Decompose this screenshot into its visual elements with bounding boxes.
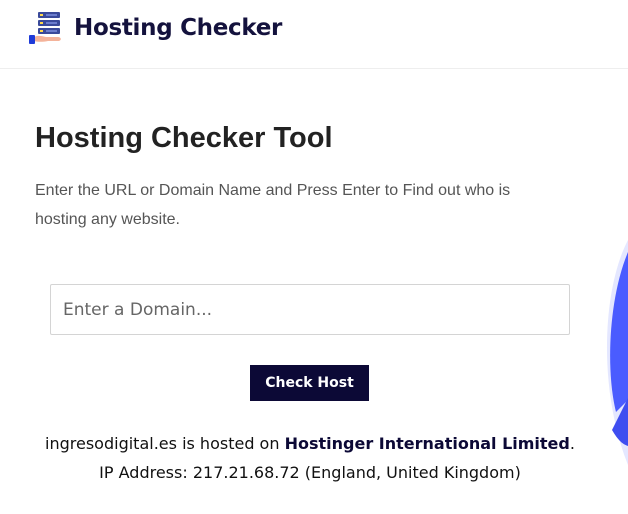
result-ip-line: IP Address: 217.21.68.72 (England, Unite… [0,463,620,482]
server-rack-hand-icon [29,12,61,44]
domain-input[interactable] [50,284,570,335]
page-title: Hosting Checker Tool [35,122,333,154]
result-ip-location: (England, United Kingdom) [304,463,521,482]
result-domain: ingresodigital.es [45,434,177,453]
site-logo-link[interactable]: Hosting Checker [28,10,282,46]
site-title: Hosting Checker [74,15,283,41]
result-hosting-line: ingresodigital.es is hosted on Hostinger… [0,434,620,453]
result-ip-address: 217.21.68.72 [192,463,300,482]
page-description: Enter the URL or Domain Name and Press E… [35,182,511,228]
result-host-name: Hostinger International Limited [284,434,570,453]
result-ip-label: IP Address: [99,463,188,482]
check-host-button[interactable]: Check Host [250,365,369,401]
result-host-suffix: . [569,434,575,453]
result-hosted-on-text: is hosted on [182,434,280,453]
site-header: Hosting Checker [0,0,628,69]
